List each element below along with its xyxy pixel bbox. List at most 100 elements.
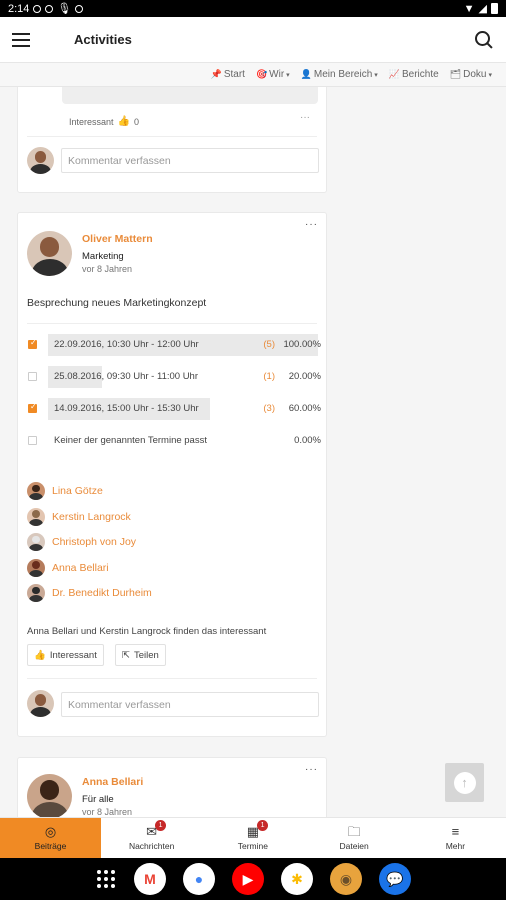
tab-glyph: ◎ <box>44 824 57 839</box>
more-options-icon[interactable]: ··· <box>305 219 318 230</box>
voter-avatar <box>27 533 45 551</box>
voter-avatar <box>27 558 45 577</box>
poll-option[interactable]: Keiner der genannten Termine passt 0.00% <box>27 430 321 452</box>
chrome-app-icon[interactable]: ● <box>183 863 215 895</box>
media-icon <box>75 4 84 13</box>
poll-checkbox[interactable] <box>28 338 37 349</box>
tab-glyph: 🗀 <box>347 824 361 839</box>
voter-name: Christoph von Joy <box>52 536 137 548</box>
sub-navigation: 📌 Start 🎯 Wir ▾ 👤 Mein Bereich ▾ 📈 Berichte 🗂 Doku ▾ <box>0 63 506 87</box>
share-label: Teilen <box>133 649 159 661</box>
poll-checkbox[interactable] <box>28 436 37 445</box>
app-dock: M ● ▶ ✱ ◉ 💬 <box>0 858 506 900</box>
tab-nachrichten[interactable]: ✉ 1 Nachrichten <box>101 818 202 858</box>
previous-post-content <box>62 87 318 104</box>
wifi-icon: ▼ <box>463 2 475 15</box>
more-options-icon[interactable]: ··· <box>300 112 310 123</box>
nav-item-wir[interactable]: 🎯 Wir ▾ <box>256 69 290 80</box>
voter-avatar <box>27 482 45 500</box>
author-name[interactable]: Anna Bellari <box>82 776 143 788</box>
poll-percentage: 20.00% <box>288 371 321 382</box>
likes-summary: Anna Bellari und Kerstin Langrock finden… <box>27 626 267 637</box>
author-avatar[interactable] <box>27 774 72 817</box>
interest-label[interactable]: Interessant <box>69 117 114 127</box>
like-count: 0 <box>133 116 139 127</box>
gmail-app-icon[interactable]: M <box>134 863 166 895</box>
voter-avatar <box>27 584 45 602</box>
nav-label: Start <box>223 69 245 80</box>
current-user-avatar <box>27 147 54 174</box>
app-drawer-icon[interactable] <box>95 868 117 890</box>
nav-item-start[interactable]: 📌 Start <box>211 69 245 80</box>
tab-glyph: ≡ <box>451 824 460 839</box>
poll-vote-count: (5) <box>263 339 275 350</box>
next-post-card: ··· Anna Bellari Für alle vor 8 Jahren <box>17 757 327 817</box>
tab-icon: 🗀 <box>348 825 361 839</box>
notification-badge: 1 <box>155 820 167 831</box>
status-time: 2:14 <box>8 2 30 15</box>
interesting-button[interactable]: 👍 Interessant <box>27 644 104 666</box>
divider <box>27 323 317 324</box>
mic-icon: 🎙 <box>57 3 72 15</box>
poll-option-label: 22.09.2016, 10:30 Uhr - 12:00 Uhr <box>54 339 199 350</box>
nav-item-doku[interactable]: 🗂 Doku ▾ <box>450 69 492 80</box>
author-avatar[interactable] <box>27 231 72 276</box>
nav-item-berichte[interactable]: 📈 Berichte <box>389 69 439 80</box>
voter-avatar <box>27 507 45 526</box>
nav-icon: 👤 <box>300 69 312 79</box>
nav-item-mein-bereich[interactable]: 👤 Mein Bereich ▾ <box>301 69 378 80</box>
poll-checkbox[interactable] <box>28 372 37 381</box>
poll-checkbox[interactable] <box>28 402 37 413</box>
nav-icon: 🗂 <box>449 69 462 79</box>
nav-icon: 📈 <box>388 69 400 79</box>
nav-icon: 🎯 <box>255 69 268 79</box>
nav-label: Berichte <box>402 69 439 80</box>
bottom-navigation: ◎ Beiträge ✉ 1 Nachrichten ▦ 1 Termine 🗀 Dateien ≡… <box>0 817 506 858</box>
shield-icon <box>45 4 54 13</box>
tab-label: Mehr <box>445 841 466 851</box>
voter-item[interactable]: Anna Bellari <box>27 558 109 578</box>
thumbs-up-icon[interactable]: 👍 <box>118 116 130 127</box>
more-options-icon[interactable]: ··· <box>305 764 318 775</box>
comment-input[interactable]: Kommentar verfassen <box>61 692 319 717</box>
tab-label: Nachrichten <box>128 841 175 851</box>
post-timestamp: vor 8 Jahren <box>82 264 133 274</box>
poll-option-label: Keiner der genannten Termine passt <box>54 435 207 446</box>
scroll-to-top-button[interactable]: ↑ <box>445 763 484 802</box>
voter-item[interactable]: Dr. Benedikt Durheim <box>27 583 152 603</box>
author-name[interactable]: Oliver Mattern <box>82 233 153 245</box>
tab-icon: ≡ <box>452 825 460 839</box>
comment-input[interactable]: Kommentar verfassen <box>61 148 319 173</box>
interest-row: Interessant 👍 0 <box>69 116 139 127</box>
notification-icon <box>33 4 42 13</box>
nav-icon: 📌 <box>210 69 222 79</box>
poll-option[interactable]: 25.08.2016, 09:30 Uhr - 11:00 Uhr (1) 20.0… <box>27 366 321 388</box>
poll-percentage: 0.00% <box>294 435 321 446</box>
post-text: Besprechung neues Marketingkonzept <box>27 297 207 309</box>
messages-app-icon[interactable]: 💬 <box>379 863 411 895</box>
poll-option-label: 25.08.2016, 09:30 Uhr - 11:00 Uhr <box>54 371 199 382</box>
tab-label: Dateien <box>339 841 369 851</box>
voter-item[interactable]: Kerstin Langrock <box>27 507 131 527</box>
hamburger-menu-icon[interactable] <box>12 32 30 47</box>
tab-termine[interactable]: ▦ 1 Termine <box>202 818 303 858</box>
search-icon[interactable] <box>474 30 494 50</box>
post-timestamp: vor 8 Jahren <box>82 807 133 817</box>
share-button[interactable]: ⇱ Teilen <box>115 644 166 666</box>
tab-beiträge[interactable]: ◎ Beiträge <box>0 818 101 858</box>
tab-dateien[interactable]: 🗀 Dateien <box>304 818 405 858</box>
photos-app-icon[interactable]: ✱ <box>281 863 313 895</box>
nav-label: Doku <box>463 69 487 80</box>
voter-item[interactable]: Christoph von Joy <box>27 532 136 552</box>
poll-option[interactable]: 14.09.2016, 15:00 Uhr - 15:30 Uhr (3) 60.0… <box>27 398 321 420</box>
activity-feed[interactable]: Interessant 👍 0 ··· Kommentar verfassen … <box>0 87 506 817</box>
app-app-icon[interactable]: ◉ <box>330 863 362 895</box>
share-icon: ⇱ <box>122 649 130 661</box>
author-group[interactable]: Marketing <box>82 251 124 262</box>
divider <box>27 678 317 679</box>
author-group[interactable]: Für alle <box>82 794 114 805</box>
tab-mehr[interactable]: ≡ Mehr <box>405 818 506 858</box>
voter-item[interactable]: Lina Götze <box>27 481 103 501</box>
youtube-app-icon[interactable]: ▶ <box>232 863 264 895</box>
poll-option[interactable]: 22.09.2016, 10:30 Uhr - 12:00 Uhr (5) 100.… <box>27 334 321 356</box>
